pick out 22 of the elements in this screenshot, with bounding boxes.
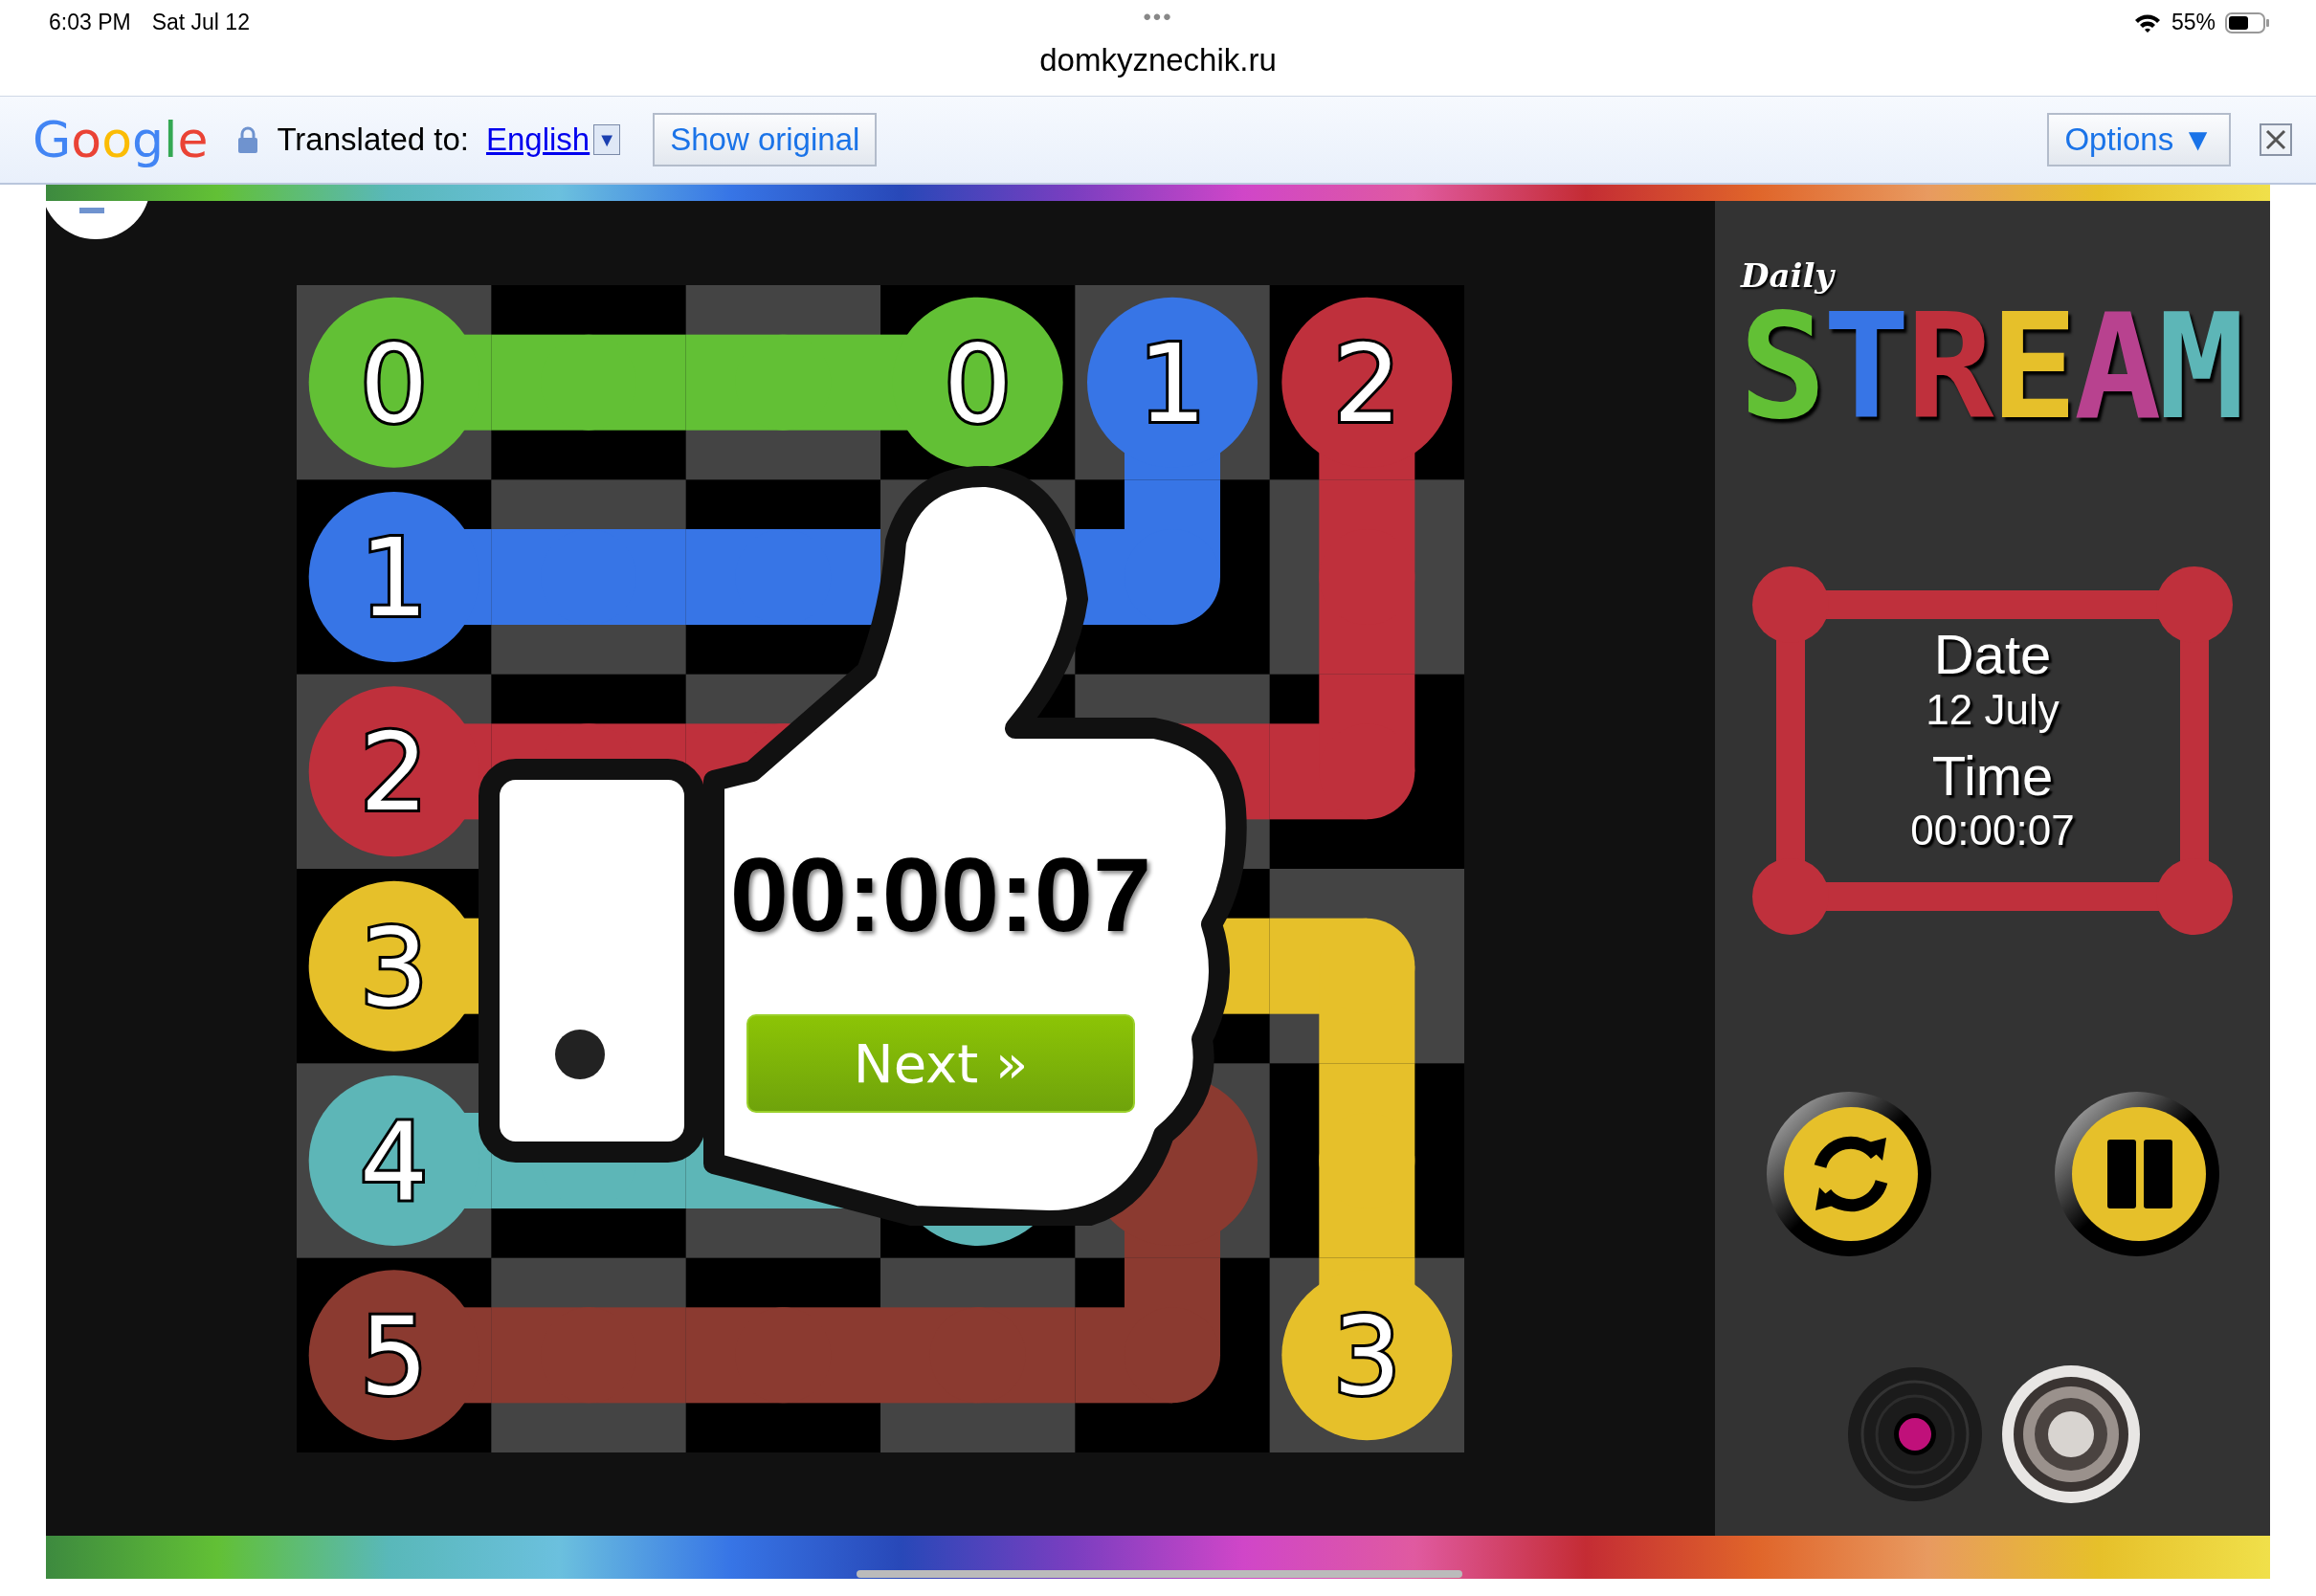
status-date: Sat Jul 12: [151, 10, 250, 35]
status-time: 6:03 PM: [49, 10, 131, 35]
logo-title: STREAM: [1739, 295, 2242, 440]
time-label: Time: [1931, 744, 2054, 807]
endpoint-number: 1: [360, 516, 429, 640]
endpoint-number: 4: [360, 1099, 429, 1224]
endpoint-number: 2: [360, 710, 429, 835]
date-value: 12 July: [1926, 684, 2060, 735]
endpoint-number: 1: [1138, 321, 1207, 446]
endpoint-number: 0: [360, 321, 429, 446]
translated-label: Translated to:: [277, 122, 469, 158]
time-value: 00:00:07: [1910, 806, 2075, 856]
endpoint-number: 3: [1332, 1294, 1401, 1419]
result-time: 00:00:07: [729, 834, 1152, 955]
endpoint-number: 5: [360, 1294, 429, 1419]
battery-percent: 55%: [2171, 10, 2216, 35]
date-label: Date: [1933, 624, 2052, 685]
endpoint-number: 0: [944, 321, 1013, 446]
logo-script: Daily: [1741, 256, 1835, 295]
google-logo: Google: [33, 111, 209, 168]
endpoint-number: 2: [1332, 321, 1401, 446]
endpoint-number: 3: [360, 904, 429, 1030]
